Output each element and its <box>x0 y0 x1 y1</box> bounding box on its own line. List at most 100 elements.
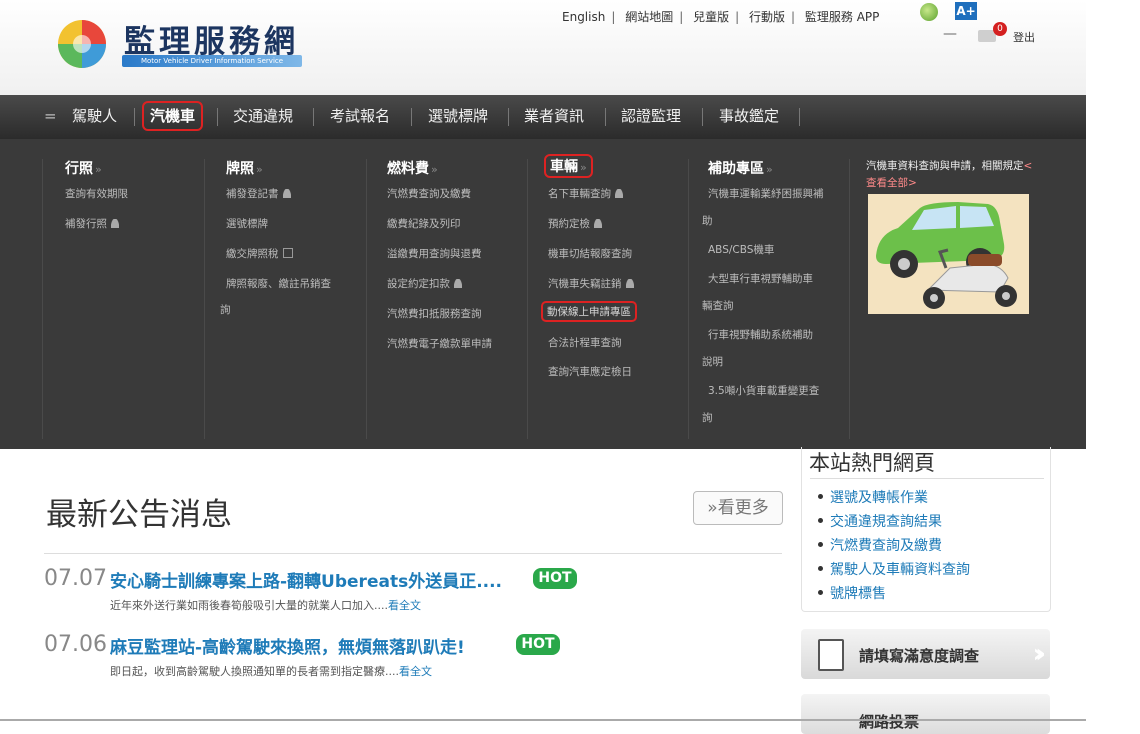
login-required-icon <box>594 219 602 228</box>
toplink-sitemap[interactable]: 網站地圖 <box>625 10 673 24</box>
accessibility-icon[interactable]: A+ <box>955 2 977 20</box>
menu-item[interactable]: 繳費紀錄及列印 <box>387 216 461 231</box>
font-size-minus-icon[interactable]: — <box>943 26 957 42</box>
menu-item[interactable]: 合法計程車查詢 <box>548 335 622 350</box>
menu-item[interactable]: 查詢汽車應定檢日 <box>548 364 632 379</box>
survey-button[interactable]: 請填寫滿意度調查 ›› <box>801 629 1050 679</box>
menu-item[interactable]: 設定約定扣款 <box>387 276 462 291</box>
menu-item[interactable]: 3.5噸小貨車載重變更查 <box>708 383 819 398</box>
menu-item[interactable]: 汽機車失竊註銷 <box>548 276 634 291</box>
login-required-icon <box>625 279 634 288</box>
menu-item[interactable]: 補發行照 <box>65 216 119 231</box>
divider <box>366 159 367 439</box>
news-headline-link[interactable]: 安心騎士訓練專案上路-翻轉Ubereats外送員正.... <box>110 567 502 592</box>
menu-item[interactable]: 行車視野輔助系統補助 <box>708 327 813 342</box>
menu-item[interactable]: 汽燃費電子繳款單申請 <box>387 336 492 351</box>
menu-item-label: 設定約定扣款 <box>387 278 450 290</box>
news-summary-text: 即日起，收到高齡駕駛人換照通知單的長者需到指定醫療.... <box>110 665 399 678</box>
nav-item-vehicle[interactable]: 汽機車 <box>142 101 204 131</box>
menu-item[interactable]: 大型車行車視野輔助車 <box>708 271 813 286</box>
nav-item-exam[interactable]: 考試報名 <box>330 103 390 129</box>
divider <box>217 108 218 126</box>
logout-link[interactable]: 登出 <box>1013 29 1035 45</box>
menu-item-continued[interactable]: 助 <box>702 213 713 228</box>
hot-badge: HOT <box>533 568 577 589</box>
double-chevron-right-icon: ›› <box>1032 639 1047 669</box>
menu-item[interactable]: 補發登記書 <box>226 186 291 201</box>
vote-button[interactable]: 網路投票 <box>801 694 1050 734</box>
menu-heading-license[interactable]: 行照» <box>65 158 102 178</box>
nav-item-violations[interactable]: 交通違規 <box>233 103 293 129</box>
vote-label: 網路投票 <box>859 713 920 731</box>
toplink-kids[interactable]: 兒童版 <box>693 10 729 24</box>
news-headline-link[interactable]: 麻豆監理站-高齡駕駛來換照，無煩無落趴趴走! <box>110 633 465 658</box>
news-summary: 近年來外送行業如雨後春筍般吸引大量的就業人口加入....看全文 <box>110 597 421 613</box>
menu-heading-vehicle[interactable]: 車輛» <box>544 154 593 178</box>
divider <box>44 553 782 554</box>
divider <box>204 159 205 439</box>
toplink-app[interactable]: 監理服務 APP <box>805 10 880 24</box>
menu-item[interactable]: 選號標牌 <box>226 216 268 231</box>
menu-item[interactable]: 名下車輛查詢 <box>548 186 623 201</box>
divider <box>702 108 703 126</box>
popular-page-link[interactable]: 選號及轉帳作業 <box>818 487 928 507</box>
menu-item-label: 預約定檢 <box>548 218 590 230</box>
menu-icon[interactable]: = <box>44 103 57 129</box>
toplink-english[interactable]: English <box>562 10 605 24</box>
site-header: 監理服務網 Motor Vehicle Driver Information S… <box>0 0 1086 95</box>
nav-item-certification[interactable]: 認證監理 <box>621 103 681 129</box>
view-more-button[interactable]: »看更多 <box>693 491 783 525</box>
menu-heading-subsidy[interactable]: 補助專區» <box>708 158 773 178</box>
popular-page-link[interactable]: 交通違規查詢結果 <box>818 511 942 531</box>
popular-page-link[interactable]: 汽燃費查詢及繳費 <box>818 535 942 555</box>
read-more-link[interactable]: 看全文 <box>388 599 421 612</box>
nav-item-driver[interactable]: 駕駛人 <box>72 103 117 129</box>
menu-item-continued[interactable]: 詢 <box>220 302 231 317</box>
menu-heading-label: 行照 <box>65 161 93 177</box>
nav-item-business[interactable]: 業者資訊 <box>524 103 584 129</box>
menu-item-continued[interactable]: 輛查詢 <box>702 298 734 313</box>
menu-item[interactable]: 汽燃費查詢及繳費 <box>387 186 471 201</box>
nav-item-plates[interactable]: 選號標牌 <box>428 103 488 129</box>
nav-item-accident[interactable]: 事故鑑定 <box>719 103 779 129</box>
menu-item[interactable]: 汽機車運輸業紓困振興補 <box>708 186 824 201</box>
menu-item[interactable]: 查詢有效期限 <box>65 186 128 201</box>
mail-count-badge: 0 <box>993 22 1007 36</box>
menu-item-continued[interactable]: 說明 <box>702 354 723 369</box>
menu-item-label: 汽機車失竊註銷 <box>548 278 622 290</box>
menu-item[interactable]: 機車切結報廢查詢 <box>548 246 632 261</box>
menu-item[interactable]: 牌照報廢、繳註吊銷查 <box>226 276 331 291</box>
globe-icon[interactable] <box>920 3 938 21</box>
divider <box>134 108 135 126</box>
top-links: English | 網站地圖 | 兒童版 | 行動版 | 監理服務 APP <box>562 8 879 25</box>
popular-page-link[interactable]: 號牌標售 <box>818 583 886 603</box>
menu-heading-fuel-fee[interactable]: 燃料費» <box>387 158 438 178</box>
read-more-link[interactable]: 看全文 <box>399 665 432 678</box>
news-summary: 即日起，收到高齡駕駛人換照通知單的長者需到指定醫療....看全文 <box>110 663 432 679</box>
toplink-mobile[interactable]: 行動版 <box>749 10 785 24</box>
menu-item-highlighted[interactable]: 動保線上申請專區 <box>541 301 637 322</box>
divider <box>810 478 1044 479</box>
chevron-right-icon: » <box>580 161 587 174</box>
menu-item[interactable]: ABS/CBS機車 <box>708 242 774 257</box>
logo-icon[interactable] <box>56 18 108 70</box>
login-required-icon <box>282 189 291 198</box>
menu-item-label: 補發登記書 <box>226 188 279 200</box>
menu-item-continued[interactable]: 詢 <box>702 410 713 425</box>
car-scooter-illustration[interactable] <box>868 194 1029 314</box>
menu-heading-plates[interactable]: 牌照» <box>226 158 263 178</box>
login-required-icon <box>615 189 623 198</box>
page: 監理服務網 Motor Vehicle Driver Information S… <box>0 0 1086 734</box>
menu-heading-label: 補助專區 <box>708 161 764 177</box>
divider <box>42 159 43 439</box>
menu-item[interactable]: 汽燃費扣抵服務查詢 <box>387 306 482 321</box>
menu-item[interactable]: 預約定檢 <box>548 216 602 231</box>
popular-page-link[interactable]: 駕駛人及車輛資料查詢 <box>818 559 970 579</box>
menu-item-label: 補發行照 <box>65 218 107 230</box>
promo-text: 汽機車資料查詢與申請，相關規定<查看全部> <box>866 158 1036 192</box>
menu-item[interactable]: 繳交牌照稅 <box>226 246 293 261</box>
menu-heading-label: 牌照 <box>226 161 254 177</box>
divider <box>688 159 689 439</box>
menu-item[interactable]: 溢繳費用查詢與退費 <box>387 246 482 261</box>
divider <box>313 108 314 126</box>
